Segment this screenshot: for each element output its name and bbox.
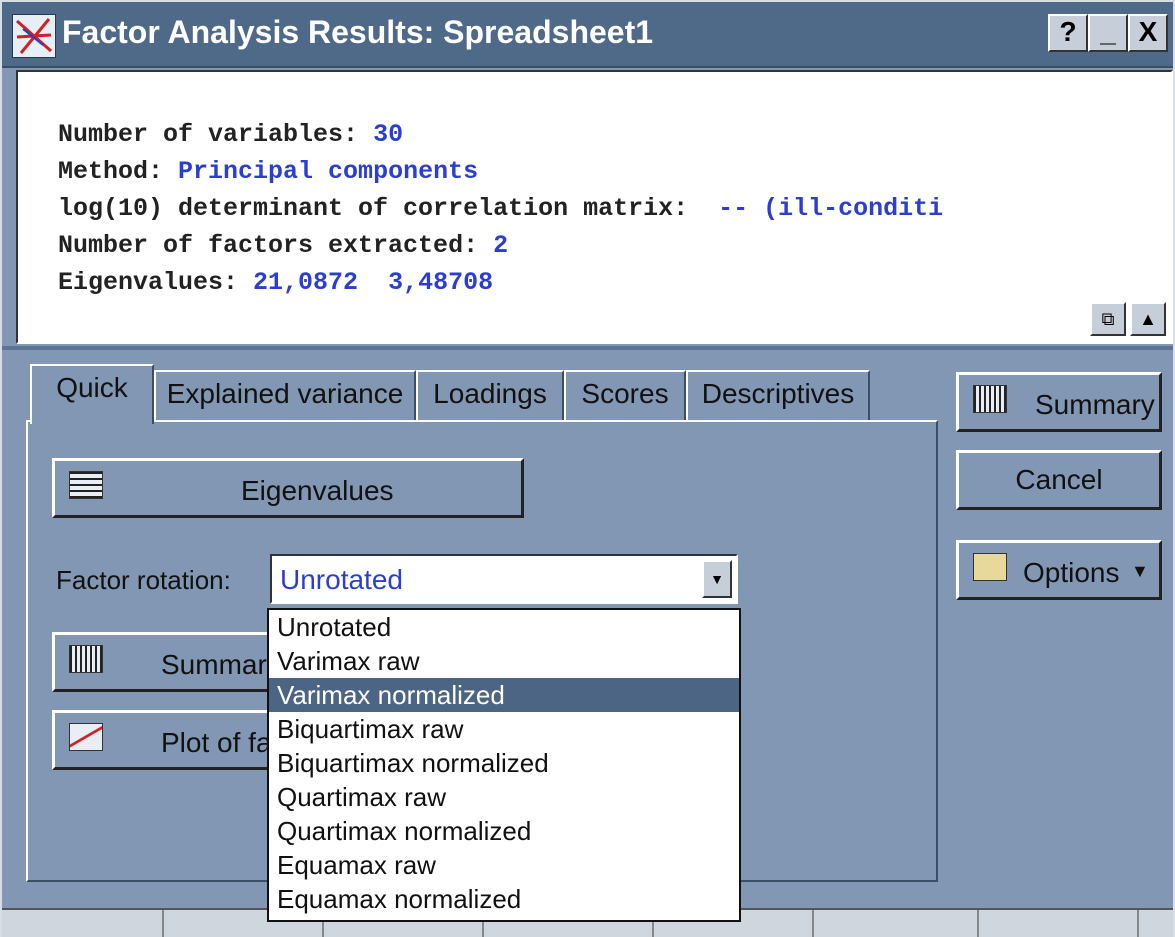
output-line-determinant: log(10) determinant of correlation matri… — [58, 194, 944, 223]
rotation-option-quartimax-normalized[interactable]: Quartimax normalized — [269, 814, 739, 848]
grid-divider — [812, 910, 814, 937]
copy-icon[interactable]: ⧉ — [1090, 302, 1126, 336]
rotation-option-equamax-raw[interactable]: Equamax raw — [269, 848, 739, 882]
title-bar[interactable]: Factor Analysis Results: Spreadsheet1 ? … — [2, 2, 1173, 68]
summary-button[interactable]: Summary — [956, 372, 1162, 432]
summary-icon — [69, 645, 103, 673]
options-button-label: Options — [1023, 557, 1120, 588]
tab-quick[interactable]: Quick — [30, 364, 154, 424]
chevron-down-icon: ▼ — [1131, 561, 1149, 581]
rotation-option-equamax-normalized[interactable]: Equamax normalized — [269, 882, 739, 916]
output-line-variables: Number of variables: 30 — [58, 120, 404, 149]
collapse-icon[interactable]: ▲ — [1130, 302, 1166, 336]
chevron-down-icon[interactable]: ▼ — [702, 560, 732, 598]
output-line-factors: Number of factors extracted: 2 — [58, 231, 509, 260]
factor-rotation-select[interactable]: Unrotated ▼ — [270, 554, 738, 604]
rotation-option-varimax-normalized[interactable]: Varimax normalized — [269, 678, 739, 712]
cancel-button[interactable]: Cancel — [956, 450, 1162, 510]
tab-explained-variance[interactable]: Explained variance — [154, 370, 416, 420]
rotation-option-biquartimax-normalized[interactable]: Biquartimax normalized — [269, 746, 739, 780]
tab-loadings[interactable]: Loadings — [416, 370, 564, 420]
summary-button-label: Summary — [1035, 389, 1155, 420]
tab-scores[interactable]: Scores — [564, 370, 686, 420]
window-title: Factor Analysis Results: Spreadsheet1 — [62, 14, 654, 50]
rotation-option-unrotated[interactable]: Unrotated — [269, 610, 739, 644]
minimize-button[interactable]: _ — [1088, 14, 1128, 52]
eigenvalues-button[interactable]: Eigenvalues — [52, 458, 524, 518]
results-output-pane: Number of variables: 30 Method: Principa… — [16, 70, 1173, 344]
rotation-option-quartimax-raw[interactable]: Quartimax raw — [269, 780, 739, 814]
factor-analysis-window: Factor Analysis Results: Spreadsheet1 ? … — [0, 0, 1175, 937]
summary-icon — [973, 385, 1007, 413]
rotation-option-varimax-raw[interactable]: Varimax raw — [269, 644, 739, 678]
factor-rotation-dropdown[interactable]: Unrotated Varimax raw Varimax normalized… — [267, 608, 741, 922]
grid-divider — [162, 910, 164, 937]
rotation-option-biquartimax-raw[interactable]: Biquartimax raw — [269, 712, 739, 746]
options-button[interactable]: Options ▼ — [956, 540, 1162, 600]
factor-rotation-label: Factor rotation: — [56, 565, 231, 595]
summary-loadings-label: Summary — [161, 649, 281, 680]
grid-divider — [977, 910, 979, 937]
pane-separator[interactable] — [2, 346, 1173, 350]
options-icon — [973, 553, 1007, 581]
plot-icon — [69, 723, 103, 751]
grid-icon — [69, 471, 103, 499]
tab-descriptives[interactable]: Descriptives — [686, 370, 870, 420]
output-line-method: Method: Principal components — [58, 157, 479, 186]
output-line-eigenvalues: Eigenvalues: 21,0872 3,48708 — [58, 268, 494, 297]
plot-factor-label: Plot of fa — [161, 727, 272, 758]
help-button[interactable]: ? — [1048, 14, 1088, 52]
app-icon — [12, 14, 56, 58]
close-button[interactable]: X — [1128, 14, 1168, 52]
eigenvalues-button-label: Eigenvalues — [241, 475, 394, 506]
grid-divider — [1137, 910, 1139, 937]
factor-rotation-value: Unrotated — [280, 564, 403, 595]
